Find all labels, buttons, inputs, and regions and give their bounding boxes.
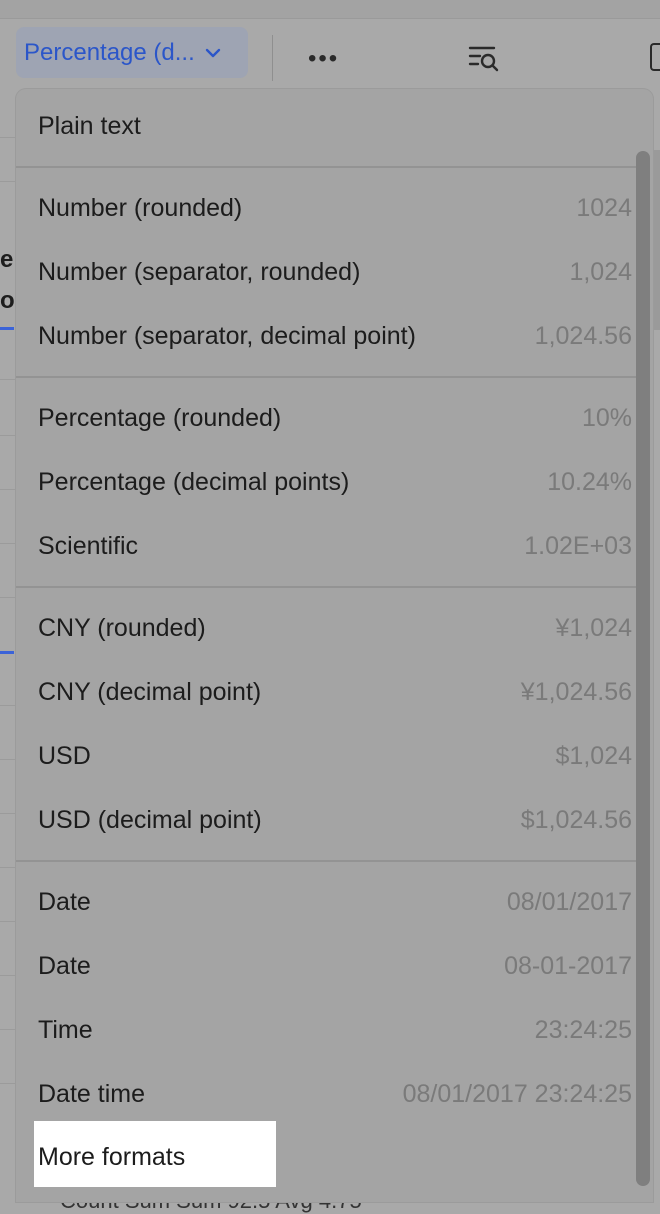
grid-line <box>0 921 16 922</box>
background-cell-text: o <box>0 287 15 314</box>
more-options-button[interactable]: ••• <box>308 39 348 79</box>
menu-item-label: USD (decimal point) <box>38 806 262 834</box>
top-strip <box>0 0 660 19</box>
format-button-label: Percentage (d... <box>24 38 195 66</box>
grid-line <box>0 543 16 544</box>
menu-item-label: Plain text <box>38 112 141 140</box>
grid-line <box>0 975 16 976</box>
menu-item-label: Number (rounded) <box>38 194 243 222</box>
menu-item-time[interactable]: Time 23:24:25 <box>38 1002 632 1058</box>
panel-toggle-icon[interactable] <box>650 43 660 71</box>
menu-item-example: 1024 <box>576 194 632 222</box>
menu-item-example: 10.24% <box>547 468 632 496</box>
menu-item-example: $1,024 <box>555 742 632 770</box>
menu-item-label: Scientific <box>38 532 139 560</box>
menu-item-number-separator-rounded[interactable]: Number (separator, rounded) 1,024 <box>38 244 632 300</box>
number-format-menu: Plain text Number (rounded) 1024 Number … <box>16 89 653 1202</box>
menu-item-example: 1,024.56 <box>534 322 632 350</box>
grid-line <box>0 813 16 814</box>
background-scrollbar <box>652 150 660 330</box>
grid-line <box>0 1083 16 1084</box>
menu-item-percentage-decimal[interactable]: Percentage (decimal points) 10.24% <box>38 454 632 510</box>
grid-line <box>0 489 16 490</box>
menu-item-label: Percentage (rounded) <box>38 404 282 432</box>
menu-separator <box>16 376 636 378</box>
menu-item-date-slash[interactable]: Date 08/01/2017 <box>38 874 632 930</box>
menu-item-cny-rounded[interactable]: CNY (rounded) ¥1,024 <box>38 600 632 656</box>
menu-item-example: 08-01-2017 <box>504 952 632 980</box>
menu-item-example: 1.02E+03 <box>524 532 632 560</box>
menu-item-example: 10% <box>581 404 632 432</box>
grid-line <box>0 181 16 182</box>
menu-item-label: CNY (rounded) <box>38 614 206 642</box>
selection-indicator <box>0 327 14 330</box>
menu-item-label: Date time <box>38 1080 145 1108</box>
grid-line <box>0 597 16 598</box>
menu-item-example: 08/01/2017 <box>506 888 632 916</box>
grid-line <box>0 379 16 380</box>
menu-item-example: $1,024.56 <box>520 806 632 834</box>
menu-item-usd[interactable]: USD $1,024 <box>38 728 632 784</box>
menu-item-scientific[interactable]: Scientific 1.02E+03 <box>38 518 632 574</box>
toolbar: Percentage (d... ••• <box>0 19 660 89</box>
menu-item-label: Date <box>38 888 91 916</box>
menu-item-date-dash[interactable]: Date 08-01-2017 <box>38 938 632 994</box>
menu-item-usd-decimal[interactable]: USD (decimal point) $1,024.56 <box>38 792 632 848</box>
menu-item-example: 23:24:25 <box>534 1016 632 1044</box>
grid-line <box>0 435 16 436</box>
menu-item-label: Time <box>38 1016 93 1044</box>
menu-scrollbar[interactable] <box>636 151 650 1186</box>
menu-item-label: USD <box>38 742 91 770</box>
menu-item-example: ¥1,024.56 <box>520 678 632 706</box>
menu-separator <box>16 166 636 168</box>
menu-item-plain-text[interactable]: Plain text <box>38 98 632 154</box>
menu-item-label: Number (separator, decimal point) <box>38 322 416 350</box>
grid-line <box>0 867 16 868</box>
selection-indicator <box>0 651 14 654</box>
menu-separator <box>16 860 636 862</box>
menu-item-date-time[interactable]: Date time 08/01/2017 23:24:25 <box>38 1066 632 1122</box>
menu-item-example: 08/01/2017 23:24:25 <box>402 1080 632 1108</box>
menu-item-number-separator-decimal[interactable]: Number (separator, decimal point) 1,024.… <box>38 308 632 364</box>
toolbar-divider <box>272 35 273 81</box>
grid-line <box>0 1029 16 1030</box>
menu-separator <box>16 586 636 588</box>
more-formats-button[interactable]: More formats <box>34 1121 276 1187</box>
menu-item-example: ¥1,024 <box>555 614 632 642</box>
more-formats-label: More formats <box>38 1143 186 1171</box>
menu-item-number-rounded[interactable]: Number (rounded) 1024 <box>38 180 632 236</box>
grid-line <box>0 759 16 760</box>
menu-item-label: Number (separator, rounded) <box>38 258 361 286</box>
background-sheet: el o <box>0 89 20 1202</box>
menu-item-example: 1,024 <box>569 258 632 286</box>
menu-item-label: Percentage (decimal points) <box>38 468 350 496</box>
chevron-down-icon <box>205 42 221 63</box>
number-format-dropdown-button[interactable]: Percentage (d... <box>16 27 248 78</box>
menu-item-label: CNY (decimal point) <box>38 678 262 706</box>
menu-item-label: Date <box>38 952 91 980</box>
grid-line <box>0 137 16 138</box>
grid-line <box>0 705 16 706</box>
filter-search-icon[interactable] <box>468 43 500 75</box>
menu-item-cny-decimal[interactable]: CNY (decimal point) ¥1,024.56 <box>38 664 632 720</box>
menu-item-percentage-rounded[interactable]: Percentage (rounded) 10% <box>38 390 632 446</box>
